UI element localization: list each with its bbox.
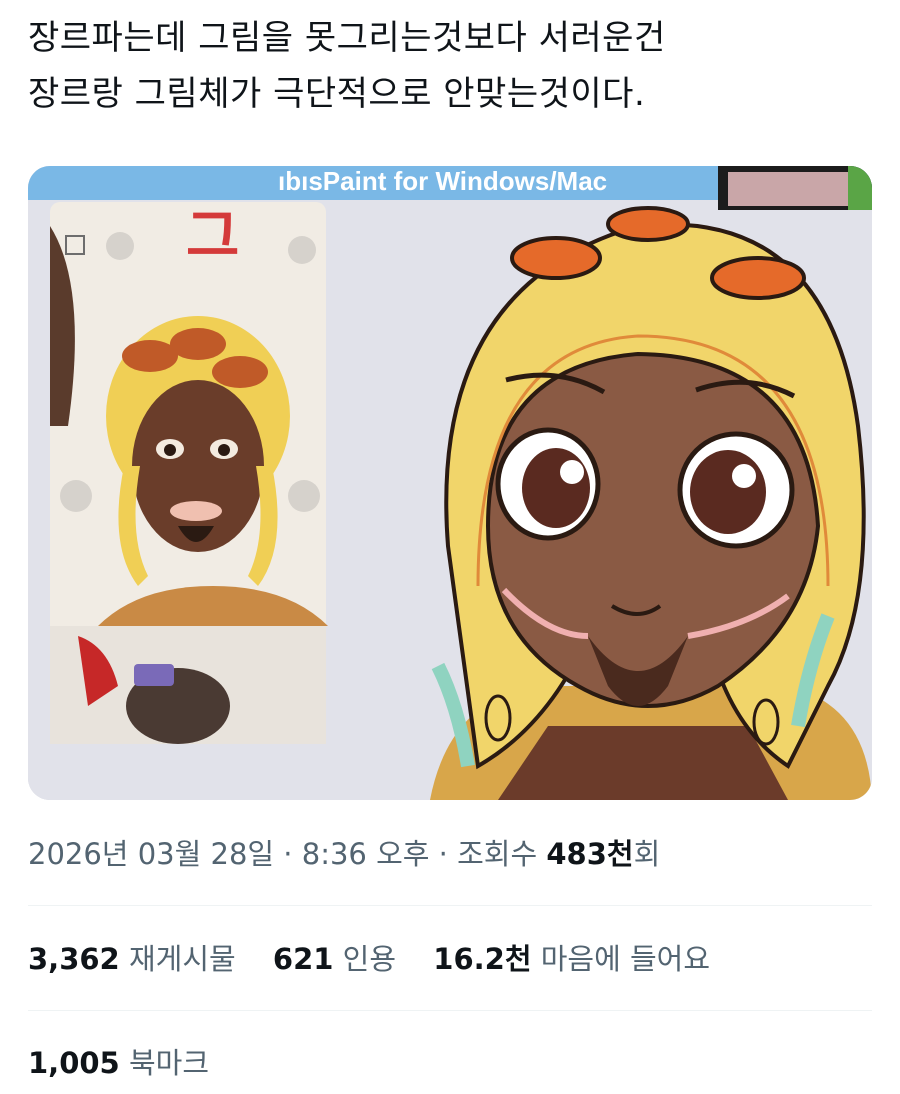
reposts-count: 3,362 <box>28 942 120 976</box>
bookmarks-count: 1,005 <box>28 1046 120 1080</box>
tweet-date: 2026년 03월 28일 <box>28 837 275 871</box>
more-icon <box>106 232 134 260</box>
tweet-text: 장르파는데 그림을 못그리는것보다 서러운건 장르랑 그림체가 극단적으로 안맞… <box>28 10 878 122</box>
bookmarks-stat[interactable]: 1,005 북마크 <box>28 1040 209 1086</box>
meta-separator: · <box>274 837 302 871</box>
tweet-meta: 2026년 03월 28일 · 8:36 오후 · 조회수 483천회 <box>28 832 660 876</box>
likes-stat[interactable]: 16.2천 마음에 들어요 <box>433 936 710 982</box>
engagement-stats: 3,362 재게시물 621 인용 16.2천 마음에 들어요 <box>28 936 738 982</box>
prev-arrow-icon <box>60 480 92 512</box>
reference-panel-character: 그 <box>186 204 239 269</box>
tweet-text-line-2: 장르랑 그림체가 극단적으로 안맞는것이다. <box>28 74 646 114</box>
helmet-badge <box>710 256 806 300</box>
close-icon <box>288 236 316 264</box>
reposts-stat[interactable]: 3,362 재게시물 <box>28 936 236 982</box>
divider <box>28 905 872 906</box>
helmet-badge <box>510 236 602 280</box>
tweet-media-image[interactable]: ıbısPaint for Windows/Mac 그 <box>28 166 872 800</box>
helmet-badge <box>606 206 690 242</box>
views-suffix: 회 <box>633 837 661 871</box>
reposts-label: 재게시물 <box>128 942 236 976</box>
tweet-time[interactable]: 8:36 오후 <box>302 837 430 871</box>
tweet-text-line-1: 장르파는데 그림을 못그리는것보다 서러운건 <box>28 18 666 58</box>
divider <box>28 1010 872 1011</box>
quotes-label: 인용 <box>342 942 397 976</box>
reference-panel: 그 <box>50 202 328 744</box>
banner-text: ıbısPaint for Windows/Mac <box>278 166 607 196</box>
bookmarks-label: 북마크 <box>128 1046 209 1080</box>
quotes-stat[interactable]: 621 인용 <box>273 936 396 982</box>
likes-count: 16.2천 <box>433 942 532 976</box>
next-arrow-icon <box>288 480 320 512</box>
meta-separator: · <box>429 837 458 871</box>
likes-label: 마음에 들어요 <box>540 942 711 976</box>
views-value: 483천 <box>546 837 634 871</box>
quotes-count: 621 <box>272 942 334 976</box>
views-label: 조회수 <box>457 837 547 871</box>
drawing-photo: ıbısPaint for Windows/Mac 그 <box>28 166 872 800</box>
